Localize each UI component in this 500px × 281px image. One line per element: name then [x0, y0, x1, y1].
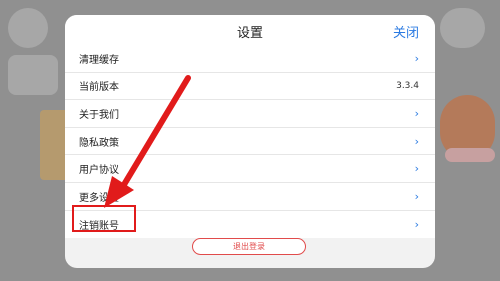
modal-header: 设置 关闭 [65, 15, 435, 45]
modal-title: 设置 [236, 26, 263, 41]
settings-item-clear-cache[interactable]: 清理缓存 › [65, 45, 435, 73]
settings-item-privacy-policy[interactable]: 隐私政策 › [65, 128, 435, 156]
chevron-right-icon: › [414, 162, 419, 176]
settings-item-label: 关于我们 [79, 109, 119, 121]
settings-item-label: 当前版本 [79, 82, 119, 94]
background-card [8, 8, 48, 48]
chevron-right-icon: › [414, 217, 419, 231]
settings-item-about-us[interactable]: 关于我们 › [65, 100, 435, 128]
settings-item-label: 用户协议 [79, 165, 119, 177]
background-card [440, 8, 485, 48]
settings-item-version: 当前版本 3.3.4 [65, 73, 435, 101]
background-card [8, 55, 58, 95]
chevron-right-icon: › [414, 106, 419, 120]
background-badge [445, 148, 495, 162]
chevron-right-icon: › [414, 134, 419, 148]
settings-item-label: 隐私政策 [79, 137, 119, 149]
settings-item-user-agreement[interactable]: 用户协议 › [65, 155, 435, 183]
version-value: 3.3.4 [396, 80, 419, 91]
logout-button[interactable]: 退出登录 [192, 238, 306, 255]
annotation-highlight-box [72, 205, 136, 232]
chevron-right-icon: › [414, 189, 419, 203]
close-button[interactable]: 关闭 [393, 22, 419, 41]
settings-item-label: 清理缓存 [79, 54, 119, 66]
chevron-right-icon: › [414, 51, 419, 65]
settings-item-label: 更多设置 [79, 192, 119, 204]
logout-area: 退出登录 [65, 238, 435, 268]
